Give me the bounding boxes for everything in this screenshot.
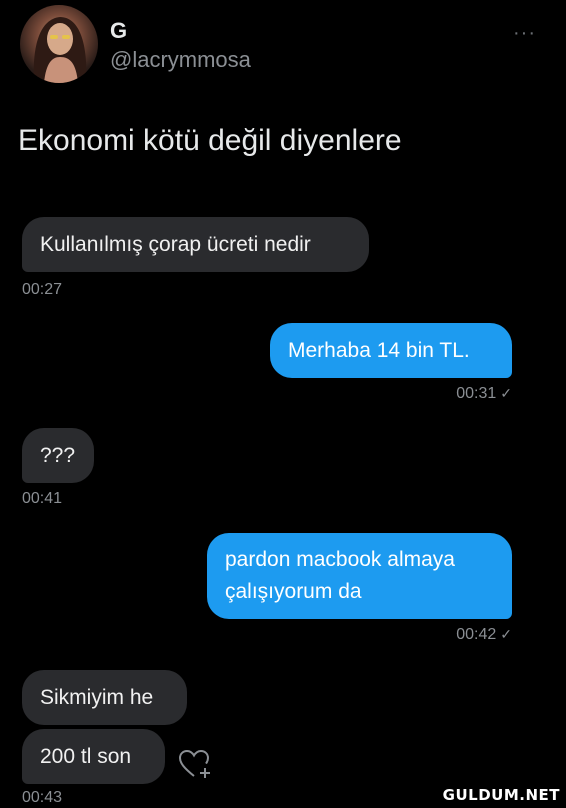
received-message-bubble[interactable]: ??? [22, 428, 94, 483]
timestamp-text: 00:31 [456, 385, 497, 402]
received-message-bubble[interactable]: 200 tl son [22, 729, 165, 784]
tweet-text: Ekonomi kötü değil diyenlere [18, 124, 402, 157]
received-message-bubble[interactable]: Kullanılmış çorap ücreti nedir [22, 217, 369, 272]
message-text: 200 tl son [40, 744, 132, 768]
message-timestamp: 00:31 ✓ [456, 385, 512, 403]
message-timestamp: 00:27 [22, 281, 63, 298]
heart-plus-icon[interactable] [178, 748, 214, 780]
received-message-bubble[interactable]: Sikmiyim he [22, 670, 187, 725]
more-options-icon[interactable]: ··· [513, 22, 536, 45]
message-text: Sikmiyim he [40, 685, 154, 709]
avatar[interactable] [20, 5, 98, 83]
message-timestamp: 00:42 ✓ [456, 626, 512, 644]
read-check-icon: ✓ [500, 626, 512, 642]
timestamp-text: 00:42 [456, 626, 497, 643]
message-timestamp: 00:43 [22, 789, 63, 806]
message-text: Kullanılmış çorap ücreti nedir [40, 232, 311, 256]
sent-message-bubble[interactable]: pardon macbook almaya çalışıyorum da [207, 533, 512, 619]
message-text: Merhaba 14 bin TL. [288, 338, 470, 362]
sent-message-bubble[interactable]: Merhaba 14 bin TL. [270, 323, 512, 378]
watermark: GULDUM.NET [442, 786, 560, 804]
display-name[interactable]: G [110, 18, 127, 44]
avatar-image [33, 17, 87, 83]
user-handle[interactable]: @lacrymmosa [110, 47, 251, 73]
message-timestamp: 00:41 [22, 490, 63, 507]
message-text: ??? [40, 443, 76, 467]
read-check-icon: ✓ [500, 385, 512, 401]
message-text: pardon macbook almaya çalışıyorum da [225, 548, 455, 603]
